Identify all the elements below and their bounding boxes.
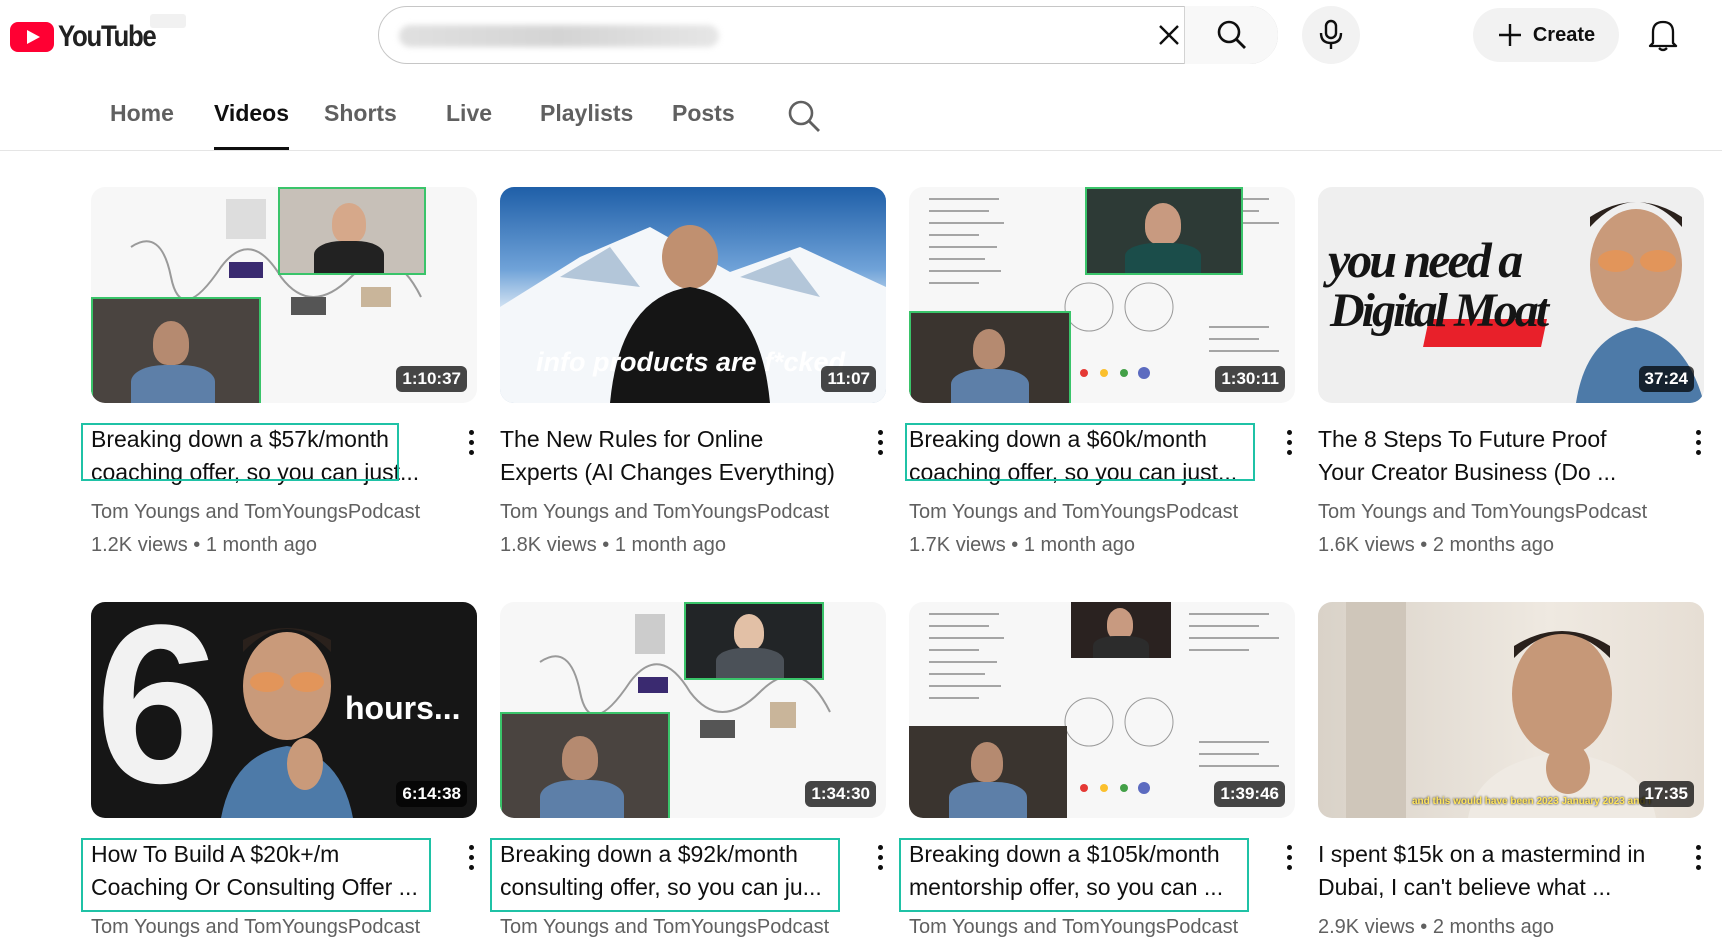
video-duration: 17:35: [1638, 781, 1694, 807]
tab-shorts[interactable]: Shorts: [324, 100, 397, 150]
channel-name[interactable]: Tom Youngs and TomYoungsPodcast: [909, 916, 1238, 939]
logo-text: YouTube: [58, 20, 157, 53]
thumbnail-text: info products are f*cked: [536, 347, 846, 377]
host-webcam: [500, 712, 670, 818]
voice-search-button[interactable]: [1302, 6, 1360, 64]
guest-webcam: [1071, 602, 1171, 658]
highlight-box: [81, 838, 431, 912]
host-webcam: [91, 297, 261, 403]
video-thumbnail[interactable]: and this would have been 2023 January 20…: [1318, 602, 1704, 818]
create-button[interactable]: Create: [1473, 8, 1619, 62]
video-duration: 6:14:38: [396, 781, 467, 807]
video-thumbnail[interactable]: 1:39:46: [909, 602, 1295, 818]
microphone-icon: [1319, 19, 1343, 49]
video-title[interactable]: The 8 Steps To Future Proof Your Creator …: [1318, 423, 1664, 489]
thumbnail-text: hours...: [345, 690, 461, 726]
video-duration: 1:39:46: [1214, 781, 1285, 807]
video-duration: 11:07: [821, 366, 876, 392]
create-label: Create: [1532, 23, 1596, 46]
plus-icon: [1498, 24, 1521, 46]
channel-name[interactable]: Tom Youngs and TomYoungsPodcast: [500, 501, 829, 524]
masthead: YouTube Create: [0, 0, 1722, 72]
more-actions-button[interactable]: [459, 842, 483, 872]
tab-videos[interactable]: Videos: [214, 100, 289, 150]
video-thumbnail[interactable]: 6 hours... 6:14:38: [91, 602, 477, 818]
guest-webcam: [684, 602, 824, 680]
more-actions-button[interactable]: [868, 427, 892, 457]
country-code-redacted: [150, 14, 186, 28]
tab-home[interactable]: Home: [110, 100, 174, 150]
video-title[interactable]: I spent $15k on a mastermind in Dubai, I …: [1318, 838, 1664, 904]
channel-tabs: Home Videos Shorts Live Playlists Posts: [0, 84, 1722, 151]
thumbnail-number: 6: [95, 602, 221, 818]
video-duration: 1:34:30: [805, 781, 876, 807]
guest-webcam: [1085, 187, 1243, 275]
channel-search-icon[interactable]: [786, 98, 822, 134]
more-actions-button[interactable]: [1686, 842, 1710, 872]
highlight-box: [899, 838, 1249, 912]
channel-name[interactable]: Tom Youngs and TomYoungsPodcast: [1318, 501, 1647, 524]
tab-posts[interactable]: Posts: [672, 100, 735, 150]
channel-name[interactable]: Tom Youngs and TomYoungsPodcast: [909, 501, 1238, 524]
thumbnail-text-line1: you need a: [1328, 232, 1523, 288]
thumbnail-text-line2: Digital Moat: [1330, 284, 1549, 337]
video-metadata: 1.7K views • 1 month ago: [909, 534, 1136, 556]
video-duration: 1:10:37: [396, 366, 467, 392]
channel-name[interactable]: Tom Youngs and TomYoungsPodcast: [500, 916, 829, 939]
video-metadata: 1.8K views • 1 month ago: [500, 534, 727, 556]
video-metadata: 2.9K views • 2 months ago: [1318, 916, 1555, 938]
search-icon: [1217, 20, 1246, 49]
notifications-button[interactable]: [1638, 10, 1688, 60]
video-duration: 37:24: [1638, 366, 1694, 392]
tab-live[interactable]: Live: [446, 100, 492, 150]
more-actions-button[interactable]: [459, 427, 483, 457]
video-thumbnail[interactable]: 1:10:37: [91, 187, 477, 403]
video-title[interactable]: The New Rules for Online Experts (AI Chan…: [500, 423, 846, 489]
close-icon: [1159, 25, 1179, 45]
more-actions-button[interactable]: [1277, 842, 1301, 872]
bell-icon: [1648, 20, 1678, 52]
channel-name[interactable]: Tom Youngs and TomYoungsPodcast: [91, 916, 420, 939]
video-metadata: 1.2K views • 1 month ago: [91, 534, 318, 556]
search-input[interactable]: [403, 19, 1147, 55]
video-metadata: 1.6K views • 2 months ago: [1318, 534, 1555, 556]
host-webcam: [909, 311, 1071, 403]
highlight-box: [905, 423, 1255, 481]
caption-subtitle: and this would have been 2023 January 20…: [1412, 796, 1651, 807]
more-actions-button[interactable]: [1277, 427, 1301, 457]
highlight-box: [490, 838, 840, 912]
more-actions-button[interactable]: [868, 842, 892, 872]
video-thumbnail[interactable]: 1:30:11: [909, 187, 1295, 403]
guest-webcam: [278, 187, 426, 275]
video-thumbnail[interactable]: 1:34:30: [500, 602, 886, 818]
host-portrait: [221, 628, 353, 818]
video-thumbnail[interactable]: you need a Digital Moat 37:24: [1318, 187, 1704, 403]
highlight-box: [81, 423, 399, 481]
search-box: [378, 6, 1278, 64]
channel-name[interactable]: Tom Youngs and TomYoungsPodcast: [91, 501, 420, 524]
video-thumbnail[interactable]: info products are f*cked 11:07: [500, 187, 886, 403]
tab-playlists[interactable]: Playlists: [540, 100, 633, 150]
video-duration: 1:30:11: [1215, 366, 1285, 392]
youtube-logo[interactable]: YouTube: [10, 18, 171, 56]
host-webcam: [909, 726, 1067, 818]
youtube-play-icon: [10, 22, 54, 52]
more-actions-button[interactable]: [1686, 427, 1710, 457]
search-button[interactable]: [1184, 6, 1278, 64]
